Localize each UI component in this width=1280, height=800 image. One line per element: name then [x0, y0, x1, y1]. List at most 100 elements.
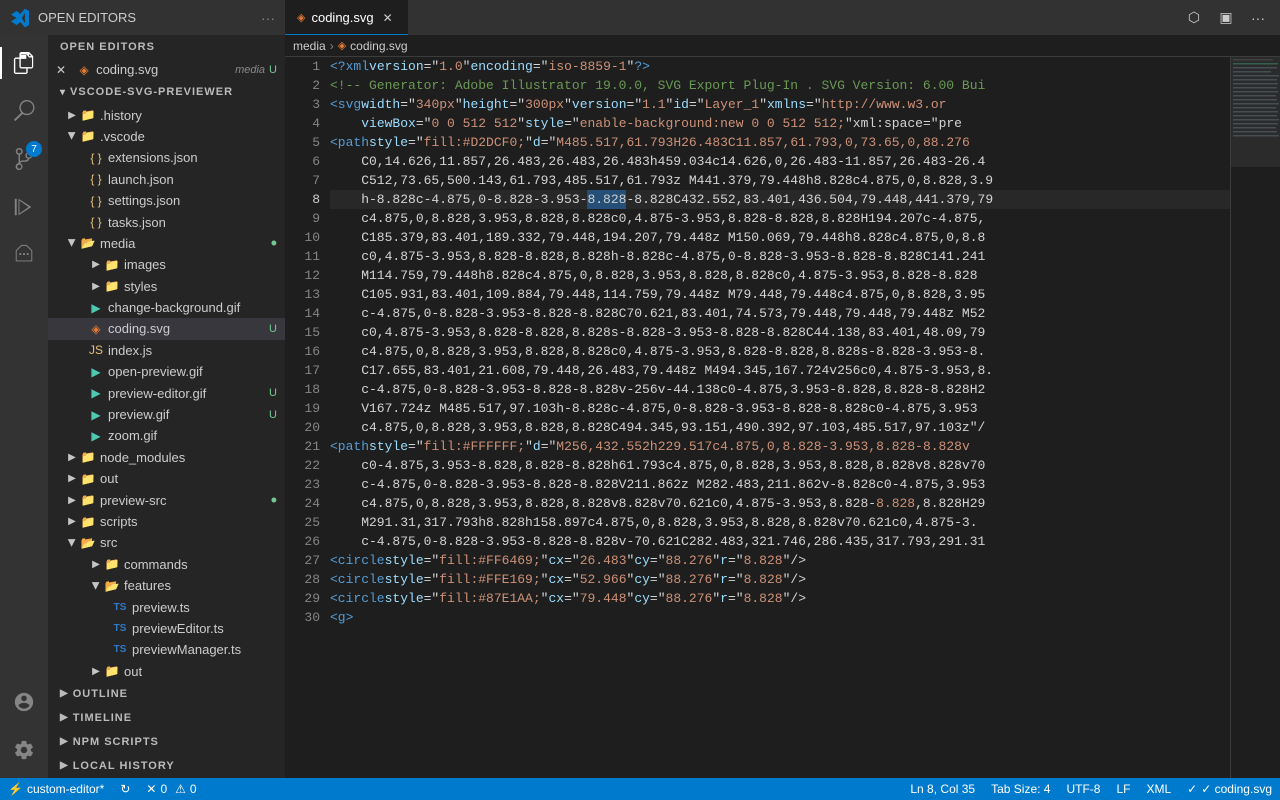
line-num-27: 27: [285, 551, 320, 570]
line-num-23: 23: [285, 475, 320, 494]
status-errors[interactable]: ✕ 0 ⚠ 0: [138, 778, 204, 800]
status-branch[interactable]: ⚡ custom-editor*: [0, 778, 112, 800]
file-launch-json[interactable]: { } launch.json: [48, 169, 285, 190]
folder-vscode[interactable]: ▶ 📁 .vscode: [48, 126, 285, 147]
gif4-file-icon: ▶: [88, 407, 104, 423]
file-preview-editor-ts[interactable]: TS previewEditor.ts: [48, 618, 285, 639]
activity-run[interactable]: [0, 183, 48, 231]
line-num-21: 21: [285, 437, 320, 456]
close-editor-icon[interactable]: ✕: [56, 59, 74, 80]
folder-scripts[interactable]: ▶ 📁 scripts: [48, 511, 285, 532]
preview-gif-badge: U: [269, 409, 277, 421]
arrow-media-icon: ▶: [64, 235, 80, 251]
preview-editor-gif-badge: U: [269, 387, 277, 399]
code-line-26: c-4.875,0-8.828-3.953-8.828-8.828v-70.62…: [330, 532, 1230, 551]
status-sync[interactable]: ↻: [112, 778, 138, 800]
sync-icon: ↻: [120, 782, 130, 796]
activity-accounts[interactable]: [0, 678, 48, 726]
arrow-features-icon: ▶: [88, 578, 104, 594]
activity-search[interactable]: [0, 87, 48, 135]
section-arrow-icon: ▾: [60, 87, 66, 98]
open-editors-label: OPEN EDITORS: [60, 41, 155, 53]
file-preview-gif[interactable]: ▶ preview.gif U: [48, 404, 285, 425]
code-content[interactable]: <?xml version="1.0" encoding="iso-8859-1…: [330, 57, 1230, 778]
json3-file-icon: { }: [88, 193, 104, 209]
split-editor-icon[interactable]: ⬡: [1180, 4, 1208, 32]
tab-coding-svg[interactable]: ◈ coding.svg ✕: [285, 0, 408, 35]
folder-out-top[interactable]: ▶ 📁 out: [48, 468, 285, 489]
file-preview-editor-gif[interactable]: ▶ preview-editor.gif U: [48, 382, 285, 403]
file-preview-ts[interactable]: TS preview.ts: [48, 596, 285, 617]
file-preview-manager-ts[interactable]: TS previewManager.ts: [48, 639, 285, 660]
code-line-20: c4.875,0,8.828,3.953,8.828,8.828C494.345…: [330, 418, 1230, 437]
line-num-14: 14: [285, 304, 320, 323]
folder-images[interactable]: ▶ 📁 images: [48, 254, 285, 275]
arrow-commands-icon: ▶: [88, 556, 104, 572]
folder-src-icon: 📂: [80, 535, 96, 551]
folder-preview-src-label: preview-src: [100, 493, 271, 508]
folder-history[interactable]: ▶ 📁 .history: [48, 104, 285, 125]
status-encoding[interactable]: UTF-8: [1058, 778, 1108, 800]
open-editors-header[interactable]: OPEN EDITORS: [48, 35, 285, 59]
folder-scripts-icon: 📁: [80, 514, 96, 530]
status-language[interactable]: XML: [1138, 778, 1179, 800]
file-preview-gif-label: preview.gif: [108, 407, 265, 422]
breadcrumb-svg-icon: ◈: [338, 39, 346, 52]
code-line-27: <circle style="fill:#FF6469;" cx="26.483…: [330, 551, 1230, 570]
breadcrumb-coding-svg[interactable]: coding.svg: [350, 39, 407, 53]
file-tasks-json[interactable]: { } tasks.json: [48, 211, 285, 232]
npm-scripts-header[interactable]: ▶ NPM SCRIPTS: [48, 730, 285, 754]
file-index-js[interactable]: JS index.js: [48, 340, 285, 361]
tab-close-button[interactable]: ✕: [380, 10, 396, 26]
folder-features[interactable]: ▶ 📂 features: [48, 575, 285, 596]
folder-media[interactable]: ▶ 📂 media •: [48, 233, 285, 254]
local-history-arrow-icon: ▶: [60, 760, 69, 771]
activity-settings[interactable]: [0, 726, 48, 774]
folder-styles[interactable]: ▶ 📁 styles: [48, 276, 285, 297]
line-ending-text: LF: [1116, 782, 1130, 796]
open-editor-path: media: [235, 64, 265, 76]
line-num-25: 25: [285, 513, 320, 532]
folder-src[interactable]: ▶ 📂 src: [48, 532, 285, 553]
breadcrumb: media › ◈ coding.svg: [285, 35, 1280, 57]
activity-source-control[interactable]: 7: [0, 135, 48, 183]
status-validation[interactable]: ✓ ✓ coding.svg: [1179, 778, 1280, 800]
code-line-9: c4.875,0,8.828,3.953,8.828,8.828c0,4.875…: [330, 209, 1230, 228]
explorer-more-icon[interactable]: ···: [261, 10, 275, 26]
folder-preview-src[interactable]: ▶ 📁 preview-src •: [48, 489, 285, 510]
vscode-svg-previewer-header[interactable]: ▾ VSCODE-SVG-PREVIEWER: [48, 80, 285, 104]
folder-out-src-label: out: [124, 664, 277, 679]
folder-node-modules[interactable]: ▶ 📁 node_modules: [48, 447, 285, 468]
json4-file-icon: { }: [88, 214, 104, 230]
open-editor-coding-svg[interactable]: ✕ ◈ coding.svg media U: [48, 59, 285, 80]
file-open-preview-gif[interactable]: ▶ open-preview.gif: [48, 361, 285, 382]
file-change-background-gif[interactable]: ▶ change-background.gif: [48, 297, 285, 318]
activity-explorer[interactable]: [0, 39, 48, 87]
status-bar-right: Ln 8, Col 35 Tab Size: 4 UTF-8 LF XML ✓ …: [902, 778, 1280, 800]
status-cursor-pos[interactable]: Ln 8, Col 35: [902, 778, 983, 800]
outline-arrow-icon: ▶: [60, 688, 69, 699]
timeline-header[interactable]: ▶ TIMELINE: [48, 706, 285, 730]
file-zoom-gif[interactable]: ▶ zoom.gif: [48, 425, 285, 446]
line-num-28: 28: [285, 570, 320, 589]
folder-commands[interactable]: ▶ 📁 commands: [48, 554, 285, 575]
local-history-header[interactable]: ▶ LOCAL HISTORY: [48, 754, 285, 778]
code-line-23: c-4.875,0-8.828-3.953-8.828-8.828V211.86…: [330, 475, 1230, 494]
status-tab-size[interactable]: Tab Size: 4: [983, 778, 1058, 800]
file-extensions-json[interactable]: { } extensions.json: [48, 147, 285, 168]
status-line-ending[interactable]: LF: [1108, 778, 1138, 800]
folder-images-icon: 📁: [104, 257, 120, 273]
file-settings-json[interactable]: { } settings.json: [48, 190, 285, 211]
code-line-16: c4.875,0,8.828,3.953,8.828,8.828c0,4.875…: [330, 342, 1230, 361]
activity-extensions[interactable]: [0, 231, 48, 279]
customize-layout-icon[interactable]: ▣: [1212, 4, 1240, 32]
js-file-icon: JS: [88, 342, 104, 358]
file-coding-svg[interactable]: ◈ coding.svg U: [48, 318, 285, 339]
arrow-preview-src-icon: ▶: [64, 492, 80, 508]
folder-media-icon: 📂: [80, 235, 96, 251]
breadcrumb-media[interactable]: media: [293, 39, 326, 53]
minimap: [1230, 57, 1280, 778]
outline-header[interactable]: ▶ OUTLINE: [48, 682, 285, 706]
folder-out-src[interactable]: ▶ 📁 out: [48, 661, 285, 682]
more-actions-icon[interactable]: ···: [1244, 4, 1272, 32]
